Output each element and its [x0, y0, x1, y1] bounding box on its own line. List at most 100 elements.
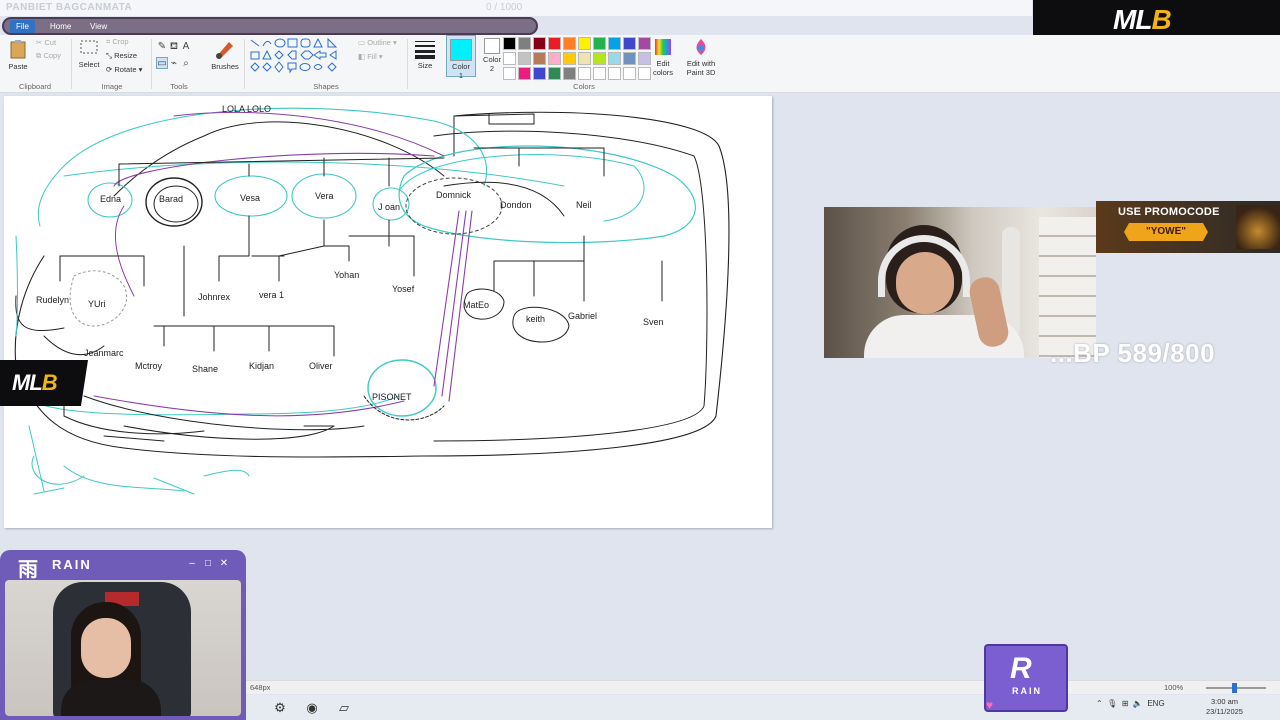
fill-icon[interactable]: ⛾	[168, 41, 180, 53]
ribbon-divider	[407, 39, 408, 89]
palette-swatch[interactable]	[518, 37, 531, 50]
promo-decoration	[1236, 205, 1280, 249]
outline-label: Outline	[367, 38, 391, 47]
magnifier-icon[interactable]: ⌕	[180, 58, 192, 70]
label-pisonet: PISONET	[372, 392, 412, 402]
label-mateo: MatEo	[463, 300, 490, 310]
system-clock[interactable]: 3:00 am 23/11/2025	[1206, 697, 1243, 717]
drawing-canvas[interactable]: LOLA LOLO Edna Barad Vesa Vera J oan Dom…	[4, 96, 772, 528]
fill-bucket-icon: ◧	[358, 52, 366, 61]
paint-app-icon[interactable]: ▱	[336, 700, 352, 716]
palette-swatch[interactable]	[503, 37, 516, 50]
palette-swatch[interactable]	[518, 67, 531, 80]
ribbon: Paste ✂ Cut ⧉ Copy Clipboard Select ⌗ Cr…	[0, 35, 1280, 93]
palette-swatch[interactable]	[563, 67, 576, 80]
select-button[interactable]: Select	[76, 38, 102, 69]
size-button[interactable]: Size	[412, 39, 438, 70]
menu-view[interactable]: View	[84, 20, 113, 33]
cohost-webcam-header: 雨 RAIN – □ ✕	[0, 550, 246, 581]
resize-icon: ⤡	[106, 51, 112, 60]
rainbow-icon	[655, 39, 671, 55]
label-lola: LOLA LOLO	[222, 104, 272, 114]
close-icon[interactable]: ✕	[218, 558, 230, 570]
brushes-group: Brushes	[204, 35, 244, 93]
color1-label-b: 1	[458, 71, 464, 80]
palette-swatch[interactable]	[533, 37, 546, 50]
outline-button[interactable]: ▭ Outline ▾	[358, 38, 397, 47]
palette-swatch[interactable]	[533, 52, 546, 65]
palette-swatch[interactable]	[563, 37, 576, 50]
menu-file[interactable]: File	[10, 20, 35, 33]
edit-colors-label-a: Edit	[656, 59, 670, 68]
label-vera1: vera 1	[259, 290, 285, 300]
volume-icon[interactable]: 🔈	[1133, 699, 1143, 708]
palette-swatch[interactable]	[548, 67, 561, 80]
clipboard-icon	[10, 40, 26, 59]
select-icon	[80, 40, 98, 54]
resize-button[interactable]: ⤡ Resize	[106, 51, 137, 61]
line-width-icon	[415, 41, 435, 59]
color2-label-a: Color	[483, 55, 501, 64]
palette-swatch[interactable]	[578, 52, 591, 65]
clipboard-group: Paste ✂ Cut ⧉ Copy Clipboard	[0, 35, 70, 93]
outline-icon: ▭	[358, 38, 366, 47]
palette-swatch[interactable]	[623, 52, 636, 65]
palette-swatch[interactable]	[578, 37, 591, 50]
copy-icon: ⧉	[36, 51, 42, 60]
crop-button[interactable]: ⌗ Crop	[106, 37, 129, 47]
palette-swatch[interactable]	[563, 52, 576, 65]
palette-swatch[interactable]	[593, 67, 606, 80]
palette-swatch[interactable]	[503, 52, 516, 65]
language-indicator[interactable]: ENG	[1147, 699, 1164, 708]
palette-swatch[interactable]	[533, 67, 546, 80]
color2-label-b: 2	[489, 64, 495, 73]
eraser-icon[interactable]: ▭	[156, 57, 168, 69]
palette-swatch[interactable]	[608, 67, 621, 80]
fill-button[interactable]: ◧ Fill ▾	[358, 52, 383, 61]
palette-swatch[interactable]	[608, 52, 621, 65]
color1-swatch	[450, 39, 472, 61]
clock-date: 23/11/2025	[1206, 707, 1243, 716]
palette-swatch[interactable]	[593, 37, 606, 50]
label-edna: Edna	[100, 194, 122, 204]
clipboard-group-label: Clipboard	[18, 82, 52, 91]
microphone-icon[interactable]: 🎙	[1107, 699, 1117, 708]
palette-swatch[interactable]	[608, 37, 621, 50]
cohost-body	[61, 680, 161, 716]
settings-gear-icon[interactable]: ⚙	[272, 700, 288, 716]
text-icon[interactable]: A	[180, 41, 192, 53]
brushes-button[interactable]: Brushes	[208, 38, 242, 71]
paste-button[interactable]: Paste	[6, 38, 30, 71]
label-gabriel: Gabriel	[568, 311, 598, 321]
paint3d-label-a: Edit with	[686, 59, 716, 68]
pencil-icon[interactable]: ✎	[156, 41, 168, 53]
tools-group-label: Tools	[170, 82, 188, 91]
shapes-gallery-icon[interactable]	[248, 37, 348, 77]
minimize-icon[interactable]: –	[186, 558, 198, 570]
palette-swatch[interactable]	[623, 37, 636, 50]
edit-colors-button[interactable]: Edit colors	[650, 37, 676, 77]
palette-swatch[interactable]	[578, 67, 591, 80]
copy-button[interactable]: ⧉ Copy	[36, 51, 61, 61]
rotate-button[interactable]: ⟳ Rotate ▾	[106, 65, 142, 74]
paint3d-button[interactable]: Edit with Paint 3D	[684, 37, 718, 77]
menu-home[interactable]: Home	[44, 20, 77, 33]
palette-swatch[interactable]	[593, 52, 606, 65]
palette-swatch[interactable]	[623, 67, 636, 80]
color-picker-icon[interactable]: ⌁	[168, 58, 180, 70]
palette-swatch[interactable]	[503, 67, 516, 80]
color1-button[interactable]: Color 1	[446, 35, 476, 80]
maximize-icon[interactable]: □	[202, 558, 214, 570]
color2-button[interactable]: Color 2	[478, 35, 506, 73]
cut-button[interactable]: ✂ Cut	[36, 38, 56, 47]
zoom-slider-thumb[interactable]	[1232, 683, 1237, 693]
palette-swatch[interactable]	[548, 52, 561, 65]
palette-swatch[interactable]	[548, 37, 561, 50]
network-icon[interactable]: ⊞	[1122, 699, 1129, 708]
browser-icon[interactable]: ◉	[304, 700, 320, 716]
palette-swatch[interactable]	[518, 52, 531, 65]
streamer-webcam	[824, 207, 1096, 358]
resize-label: Resize	[114, 51, 138, 60]
label-barad: Barad	[159, 194, 184, 204]
chevron-up-icon[interactable]: ⌃	[1096, 699, 1103, 708]
